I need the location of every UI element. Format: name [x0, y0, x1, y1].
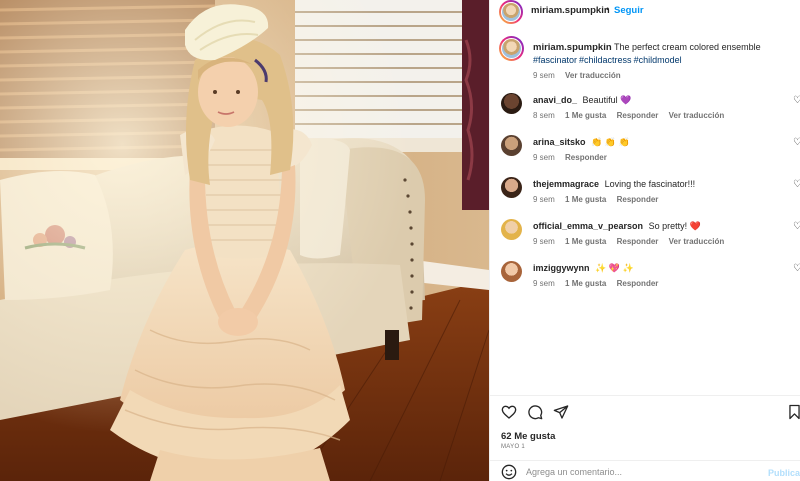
publish-button[interactable]: Publicar	[768, 468, 800, 478]
share-paper-plane-icon[interactable]	[553, 404, 569, 420]
comment-age: 8 sem	[533, 111, 555, 120]
reply-button[interactable]: Responder	[617, 279, 659, 288]
caption-hashtags: #fascinator #childactress #childmodel	[533, 55, 684, 65]
comment-emoji: ✨ 💖 ✨	[595, 263, 634, 273]
caption-text: The perfect cream colored ensemble	[614, 42, 761, 52]
like-heart-icon[interactable]	[501, 404, 517, 420]
header-separator: •	[606, 4, 610, 14]
comment-emoji: 💜	[620, 95, 632, 105]
commenter-username[interactable]: arina_sitsko	[533, 137, 586, 147]
commenter-username[interactable]: anavi_do_	[533, 95, 577, 105]
comment-like-icon[interactable]: ♡	[793, 137, 800, 147]
post-side-panel: miriam.spumpkin • Seguir miriam.spumpkin…	[489, 0, 800, 481]
author-username[interactable]: miriam.spumpkin	[531, 5, 610, 16]
comment-emoji: ❤️	[689, 221, 701, 231]
comment-likes[interactable]: 1 Me gusta	[565, 279, 606, 288]
comment-item: thejemmagrace Loving the fascinator!!! 9…	[490, 177, 800, 219]
post-image-girl-on-sofa	[0, 0, 489, 481]
add-comment-bar: Publicar	[490, 460, 800, 481]
hashtag-link[interactable]: #childmodel	[634, 55, 682, 65]
commenter-username[interactable]: official_emma_v_pearson	[533, 221, 643, 231]
comment-age: 9 sem	[533, 279, 555, 288]
comment-likes[interactable]: 1 Me gusta	[565, 237, 606, 246]
comment-age: 9 sem	[533, 153, 555, 162]
likes-count[interactable]: 62 Me gusta	[501, 431, 555, 442]
post-actions: 62 Me gusta MAYO 1 Publicar	[490, 395, 800, 481]
comment-like-icon[interactable]: ♡	[793, 179, 800, 189]
comment-text: Beautiful	[582, 95, 618, 105]
comment-age: 9 sem	[533, 195, 555, 204]
commenter-avatar[interactable]	[501, 219, 522, 240]
reply-button[interactable]: Responder	[565, 153, 607, 162]
hashtag-link[interactable]: #fascinator	[533, 55, 577, 65]
comment-item: official_emma_v_pearson So pretty! ❤️ 9 …	[490, 219, 800, 261]
comment-like-icon[interactable]: ♡	[793, 95, 800, 105]
see-translation-link[interactable]: Ver traducción	[669, 237, 725, 246]
follow-button[interactable]: Seguir	[614, 5, 644, 16]
post-date: MAYO 1	[501, 444, 526, 450]
hashtag-link[interactable]: #childactress	[579, 55, 632, 65]
comment-text: Loving the fascinator!!!	[604, 179, 696, 189]
commenter-username[interactable]: imziggywynn	[533, 263, 590, 273]
commenter-avatar[interactable]	[501, 177, 522, 198]
commenter-avatar[interactable]	[501, 261, 522, 282]
caption-age: 9 sem	[533, 71, 555, 80]
see-translation-link[interactable]: Ver traducción	[565, 71, 621, 80]
commenter-username[interactable]: thejemmagrace	[533, 179, 599, 189]
comment-item: arina_sitsko 👏 👏 👏 9 sem Responder ♡	[490, 135, 800, 177]
caption-username[interactable]: miriam.spumpkin	[533, 42, 612, 53]
see-translation-link[interactable]: Ver traducción	[669, 111, 725, 120]
comment-item: imziggywynn ✨ 💖 ✨ 9 sem 1 Me gusta Respo…	[490, 261, 800, 303]
post-header: miriam.spumpkin • Seguir	[490, 0, 800, 24]
comment-likes[interactable]: 1 Me gusta	[565, 195, 606, 204]
save-bookmark-icon[interactable]	[788, 404, 800, 420]
comment-item: anavi_do_ Beautiful 💜 8 sem 1 Me gusta R…	[490, 93, 800, 135]
reply-button[interactable]: Responder	[617, 111, 659, 120]
comment-age: 9 sem	[533, 237, 555, 246]
reply-button[interactable]: Responder	[617, 195, 659, 204]
comment-like-icon[interactable]: ♡	[793, 221, 800, 231]
comment-bubble-icon[interactable]	[527, 404, 543, 420]
commenter-avatar[interactable]	[501, 93, 522, 114]
emoji-smiley-icon[interactable]	[501, 464, 517, 480]
comment-likes[interactable]: 1 Me gusta	[565, 111, 606, 120]
author-avatar[interactable]	[499, 0, 523, 24]
caption-author-avatar[interactable]	[499, 36, 524, 61]
comment-text: So pretty!	[648, 221, 688, 231]
comment-emoji: 👏 👏 👏	[591, 137, 630, 147]
post-photo[interactable]	[0, 0, 489, 481]
comment-input[interactable]	[526, 465, 756, 479]
comment-like-icon[interactable]: ♡	[793, 263, 800, 273]
reply-button[interactable]: Responder	[617, 237, 659, 246]
commenter-avatar[interactable]	[501, 135, 522, 156]
